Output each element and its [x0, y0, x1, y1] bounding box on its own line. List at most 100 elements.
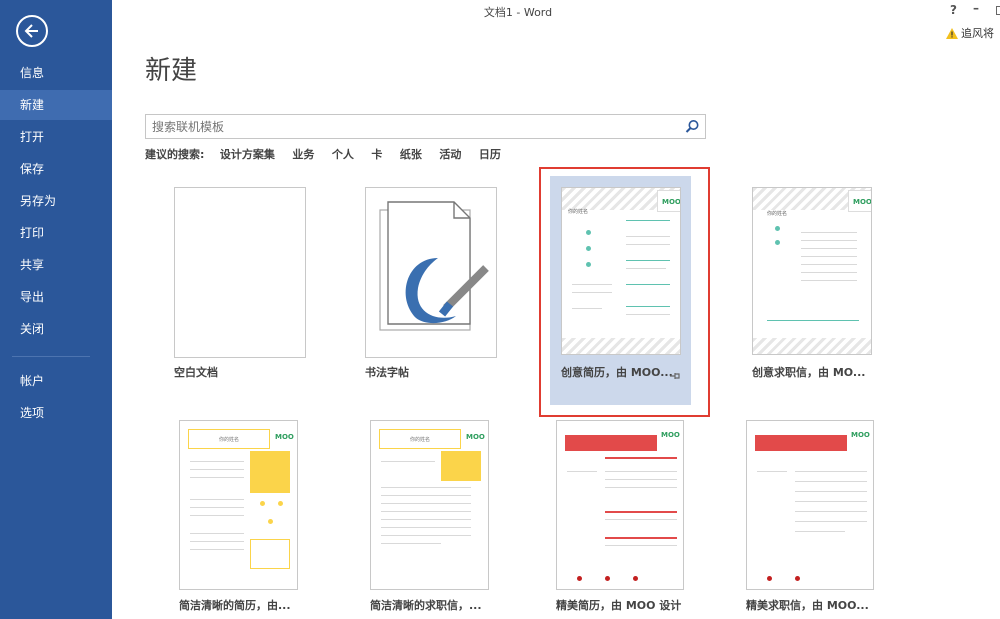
template-thumb-elegant-cover-letter[interactable]: MOO	[746, 420, 874, 590]
thumb-line	[801, 264, 857, 265]
template-thumb-calligraphy[interactable]	[365, 187, 497, 358]
template-label-clean-resume[interactable]: 简洁清晰的简历，由...	[179, 597, 291, 613]
thumb-line	[626, 284, 670, 285]
thumb-yellow-frame	[250, 539, 290, 569]
thumb-dot	[586, 230, 591, 235]
template-label-elegant-resume[interactable]: 精美简历，由 MOO 设计	[556, 597, 681, 613]
thumb-line	[801, 280, 857, 281]
thumb-line	[190, 541, 244, 542]
back-arrow-icon	[24, 24, 38, 38]
thumb-line	[190, 515, 244, 516]
thumb-line	[572, 284, 612, 285]
moo-logo: MOO	[851, 431, 870, 439]
template-label-creative-resume[interactable]: 创意简历，由 MOO...	[561, 364, 673, 380]
warning-notice[interactable]: 追风将	[946, 25, 994, 41]
search-input[interactable]	[146, 115, 666, 138]
suggested-tag-event[interactable]: 活动	[439, 148, 461, 161]
thumb-red-line	[605, 537, 677, 539]
nav-new[interactable]: 新建	[0, 90, 112, 120]
suggested-tag-personal[interactable]: 个人	[332, 148, 354, 161]
nav-save-as[interactable]: 另存为	[0, 186, 112, 216]
template-thumb-creative-resume[interactable]: MOO 你的姓名	[561, 187, 681, 355]
thumb-line	[190, 507, 244, 508]
thumb-red-line	[605, 511, 677, 513]
nav-open[interactable]: 打开	[0, 122, 112, 152]
thumb-line	[605, 471, 677, 472]
template-thumb-clean-resume[interactable]: 你的姓名 MOO	[179, 420, 298, 590]
thumb-line	[381, 461, 435, 462]
suggested-tag-paper[interactable]: 纸张	[400, 148, 422, 161]
thumb-dot	[260, 501, 265, 506]
pin-icon[interactable]	[669, 371, 681, 381]
window-title: 文档1 - Word	[483, 6, 553, 19]
thumb-line	[190, 469, 244, 470]
thumb-line	[605, 545, 677, 546]
nav-export[interactable]: 导出	[0, 282, 112, 312]
suggested-tag-calendar[interactable]: 日历	[479, 148, 501, 161]
thumb-line	[795, 481, 867, 482]
thumb-dot	[278, 501, 283, 506]
warning-icon	[946, 28, 958, 39]
thumb-line	[801, 272, 857, 273]
thumb-line	[605, 519, 677, 520]
template-thumb-clean-cover-letter[interactable]: 你的姓名 MOO	[370, 420, 489, 590]
thumb-dot	[767, 576, 772, 581]
thumb-dot	[586, 262, 591, 267]
thumb-line	[572, 292, 612, 293]
template-label-elegant-cover-letter[interactable]: 精美求职信，由 MOO...	[746, 597, 869, 613]
thumb-line	[605, 487, 677, 488]
thumb-line	[626, 260, 670, 261]
nav-options[interactable]: 选项	[0, 398, 112, 428]
thumb-line	[605, 479, 677, 480]
nav-account[interactable]: 帐户	[0, 366, 112, 396]
thumb-dot	[577, 576, 582, 581]
thumb-line	[381, 495, 471, 496]
thumb-red-banner	[565, 435, 657, 451]
thumb-line	[190, 499, 244, 500]
suggested-tag-business[interactable]: 业务	[292, 148, 314, 161]
thumb-line	[757, 471, 787, 472]
search-icon[interactable]	[685, 119, 700, 134]
thumb-line	[381, 519, 471, 520]
template-label-clean-cover-letter[interactable]: 简洁清晰的求职信，...	[370, 597, 482, 613]
thumb-line	[795, 531, 845, 532]
thumb-line	[795, 511, 867, 512]
letter-name: 你的姓名	[767, 211, 788, 217]
thumb-line	[190, 477, 244, 478]
nav-share[interactable]: 共享	[0, 250, 112, 280]
suggested-tag-design-sets[interactable]: 设计方案集	[220, 148, 275, 161]
thumb-line	[381, 503, 471, 504]
nav-separator	[12, 356, 90, 357]
thumb-line	[801, 248, 857, 249]
moo-logo: MOO	[662, 198, 681, 206]
minimize-button[interactable]: –	[973, 1, 979, 15]
thumb-dot	[268, 519, 273, 524]
thumb-line	[795, 521, 867, 522]
nav-info[interactable]: 信息	[0, 58, 112, 88]
template-thumb-blank[interactable]	[174, 187, 306, 358]
thumb-red-banner	[755, 435, 847, 451]
thumb-line	[795, 501, 867, 502]
template-label-calligraphy[interactable]: 书法字帖	[365, 364, 409, 380]
thumb-pattern	[753, 338, 871, 354]
nav-print[interactable]: 打印	[0, 218, 112, 248]
thumb-dot	[605, 576, 610, 581]
maximize-button[interactable]	[996, 6, 1000, 15]
thumb-line	[795, 471, 867, 472]
template-thumb-elegant-resume[interactable]: MOO	[556, 420, 684, 590]
thumb-line	[381, 527, 471, 528]
thumb-yellow-block	[250, 451, 290, 493]
thumb-line	[190, 549, 244, 550]
template-thumb-creative-cover-letter[interactable]: MOO 你的姓名	[752, 187, 872, 355]
moo-logo: MOO	[275, 433, 294, 441]
moo-logo: MOO	[853, 198, 872, 206]
help-button[interactable]: ?	[950, 3, 957, 17]
nav-save[interactable]: 保存	[0, 154, 112, 184]
thumb-pattern	[562, 338, 680, 354]
template-label-creative-cover-letter[interactable]: 创意求职信，由 MO...	[752, 364, 865, 380]
nav-close[interactable]: 关闭	[0, 314, 112, 344]
template-label-blank[interactable]: 空白文档	[174, 364, 218, 380]
thumb-dot	[775, 226, 780, 231]
suggested-tag-card[interactable]: 卡	[371, 148, 382, 161]
clean-resume-name: 你的姓名	[188, 429, 270, 449]
